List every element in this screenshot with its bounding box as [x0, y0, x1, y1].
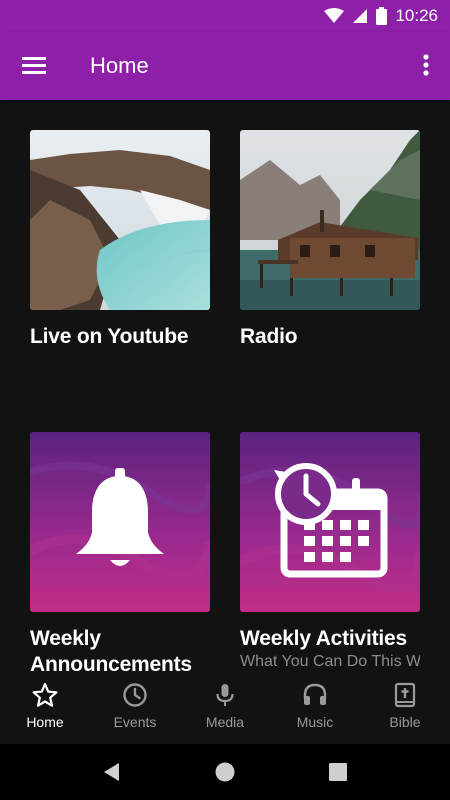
wifi-icon: [324, 8, 345, 23]
card-title: Live on Youtube: [30, 325, 189, 348]
battery-icon: [376, 7, 388, 25]
recents-square-icon: [329, 763, 347, 781]
card-title: Radio: [240, 325, 298, 348]
hamburger-menu-icon: [22, 57, 46, 74]
overflow-menu-button[interactable]: [414, 50, 438, 82]
activities-thumbnail: [240, 432, 420, 612]
card-title: Weekly Activities: [240, 627, 408, 650]
nav-label: Music: [296, 714, 334, 730]
system-home-button[interactable]: [213, 760, 237, 784]
back-triangle-icon: [104, 763, 119, 781]
star-icon: [32, 682, 58, 707]
nav-label: Events: [113, 714, 157, 730]
microphone-icon: [216, 684, 234, 706]
app-bar: Home: [0, 32, 450, 100]
system-recents-button[interactable]: [326, 760, 350, 784]
lake-cabin-image: [240, 130, 420, 310]
menu-button[interactable]: [20, 52, 50, 80]
nav-tab-events[interactable]: Events: [90, 672, 180, 744]
status-time: 10:26: [395, 6, 438, 25]
nav-tab-home[interactable]: Home: [0, 672, 90, 744]
system-navigation-bar: [0, 744, 450, 800]
nav-tab-media[interactable]: Media: [180, 672, 270, 744]
nav-label: Media: [205, 714, 245, 730]
cell-signal-icon: [353, 9, 368, 23]
headphones-icon: [303, 683, 327, 705]
card-weekly-announcements[interactable]: Weekly Announcements: [30, 432, 210, 672]
more-vertical-icon: [423, 54, 429, 76]
nav-label: Bible: [389, 714, 421, 730]
page-title: Home: [90, 53, 149, 78]
home-grid: Live on Youtube Radio Weekly Announcemen…: [0, 100, 450, 672]
bottom-navigation: Home Events Media Music Bible: [0, 672, 450, 744]
card-live-on-youtube[interactable]: Live on Youtube: [30, 130, 210, 350]
card-subtitle: What You Can Do This Week: [240, 653, 420, 670]
card-title: Weekly Announcements: [30, 627, 192, 672]
status-bar: 10:26: [0, 0, 450, 32]
nav-tab-bible[interactable]: Bible: [360, 672, 450, 744]
bible-icon: [394, 682, 416, 708]
clock-icon: [123, 683, 147, 707]
home-circle-icon: [215, 762, 235, 782]
system-back-button[interactable]: [100, 760, 124, 784]
nav-tab-music[interactable]: Music: [270, 672, 360, 744]
card-radio[interactable]: Radio: [240, 130, 420, 350]
announcements-thumbnail: [30, 432, 210, 612]
crater-lake-image: [30, 130, 210, 310]
nav-label: Home: [26, 714, 64, 730]
card-weekly-activities[interactable]: Weekly Activities What You Can Do This W…: [240, 432, 420, 672]
